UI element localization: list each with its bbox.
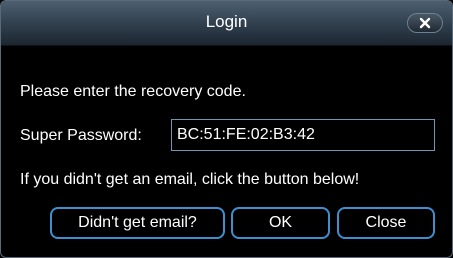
ok-button[interactable]: OK — [231, 207, 330, 239]
close-dialog-button[interactable] — [407, 13, 443, 33]
dialog-title: Login — [205, 12, 248, 31]
didnt-get-email-button[interactable]: Didn't get email? — [50, 207, 225, 239]
title-bar[interactable]: Login — [1, 1, 452, 46]
email-hint: If you didn't get an email, click the bu… — [20, 171, 360, 188]
super-password-label: Super Password: — [20, 127, 142, 144]
close-x-icon — [419, 17, 431, 29]
recovery-prompt: Please enter the recovery code. — [20, 83, 246, 100]
close-button[interactable]: Close — [337, 207, 435, 239]
login-dialog: Login Please enter the recovery code. Su… — [0, 0, 453, 258]
super-password-input[interactable] — [171, 119, 435, 151]
